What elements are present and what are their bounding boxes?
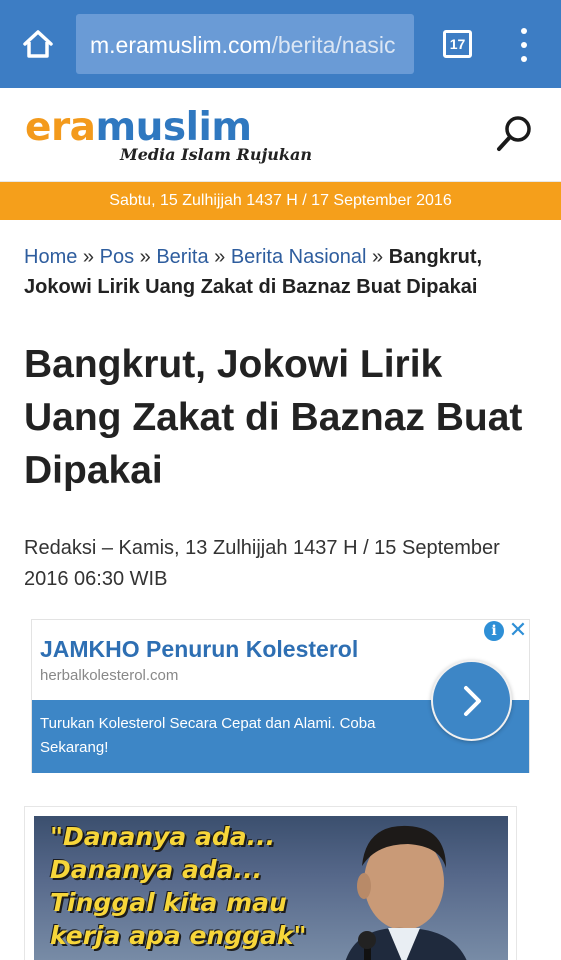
logo-muslim: muslim bbox=[95, 105, 253, 150]
browser-toolbar: m.eramuslim.com/berita/nasic 17 bbox=[0, 0, 561, 88]
search-icon bbox=[497, 116, 531, 151]
image-quote: "Dananya ada... Dananya ada... Tinggal k… bbox=[50, 820, 307, 952]
quote-line: Dananya ada... bbox=[50, 855, 263, 884]
more-vert-icon[interactable] bbox=[514, 28, 534, 62]
breadcrumb-berita[interactable]: Berita bbox=[156, 246, 208, 268]
breadcrumb: Home » Pos » Berita » Berita Nasional » … bbox=[24, 242, 539, 302]
ad-banner[interactable]: JAMKHO Penurun Kolesterol herbalkolester… bbox=[31, 617, 530, 773]
logo-era: era bbox=[25, 105, 96, 150]
breadcrumb-separator: » bbox=[372, 246, 384, 268]
ad-domain: herbalkolesterol.com bbox=[40, 667, 179, 684]
ad-info-icon[interactable]: i bbox=[484, 621, 504, 641]
date-text: Sabtu, 15 Zulhijjah 1437 H / 17 Septembe… bbox=[109, 192, 452, 209]
date-bar: Sabtu, 15 Zulhijjah 1437 H / 17 Septembe… bbox=[0, 182, 561, 220]
chevron-right-icon bbox=[463, 685, 481, 716]
article-byline: Redaksi – Kamis, 13 Zulhijjah 1437 H / 1… bbox=[24, 537, 500, 590]
url-bar[interactable]: m.eramuslim.com/berita/nasic bbox=[76, 14, 414, 74]
ad-arrow-button[interactable] bbox=[431, 660, 512, 741]
breadcrumb-separator: » bbox=[214, 246, 226, 268]
breadcrumb-separator: » bbox=[139, 246, 151, 268]
breadcrumb-separator: » bbox=[82, 246, 95, 268]
search-button[interactable] bbox=[494, 112, 536, 154]
breadcrumb-home[interactable]: Home bbox=[24, 246, 77, 268]
article-title: Bangkrut, Jokowi Lirik Uang Zakat di Baz… bbox=[24, 343, 523, 492]
url-host: m.eramuslim.com bbox=[90, 32, 272, 58]
quote-line: "Dananya ada... bbox=[50, 822, 276, 851]
site-header: eramuslim Media Islam Rujukan bbox=[0, 88, 561, 182]
quote-line: kerja apa enggak" bbox=[50, 921, 307, 950]
ad-close-icon[interactable]: ✕ bbox=[508, 617, 528, 642]
tabs-button[interactable]: 17 bbox=[443, 30, 472, 58]
person-photo bbox=[345, 825, 467, 960]
home-icon bbox=[23, 30, 53, 58]
tab-count: 17 bbox=[449, 36, 466, 52]
ad-headline[interactable]: JAMKHO Penurun Kolesterol bbox=[40, 636, 358, 663]
url-path: /berita/nasic bbox=[271, 32, 396, 58]
breadcrumb-pos[interactable]: Pos bbox=[100, 246, 134, 268]
url-text: m.eramuslim.com/berita/nasic bbox=[90, 32, 395, 59]
home-button[interactable] bbox=[18, 26, 58, 62]
quote-line: Tinggal kita mau bbox=[50, 888, 287, 917]
logo-tagline: Media Islam Rujukan bbox=[120, 145, 312, 164]
article-image-frame: "Dananya ada... Dananya ada... Tinggal k… bbox=[24, 806, 517, 960]
site-logo[interactable]: eramuslim Media Islam Rujukan bbox=[25, 108, 325, 170]
ad-body-text: Turukan Kolesterol Secara Cepat dan Alam… bbox=[40, 715, 376, 756]
article-image[interactable]: "Dananya ada... Dananya ada... Tinggal k… bbox=[34, 816, 508, 960]
breadcrumb-berita-nasional[interactable]: Berita Nasional bbox=[231, 246, 367, 268]
